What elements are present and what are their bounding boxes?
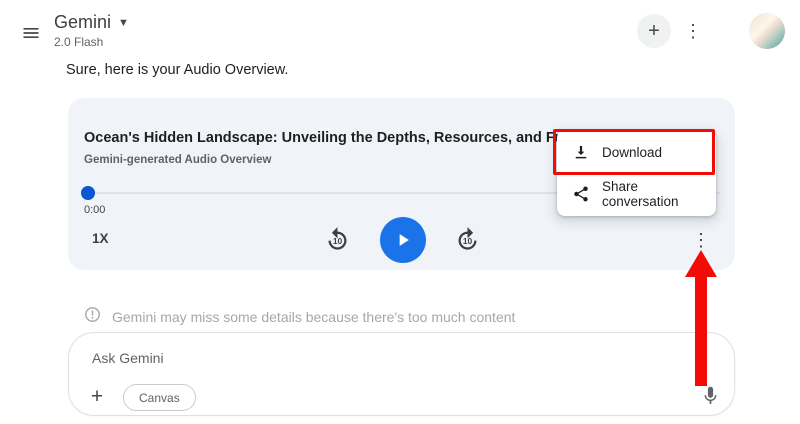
app-title-block: Gemini ▼ 2.0 Flash [54, 12, 129, 49]
gemini-window: Gemini ▼ 2.0 Flash + ⋮ Sure, here is you… [0, 0, 800, 424]
annotation-highlight-box [553, 129, 715, 175]
avatar[interactable] [749, 13, 785, 49]
info-icon [84, 306, 101, 328]
share-icon [572, 185, 590, 203]
notice-banner: Gemini may miss some details because the… [84, 306, 515, 328]
elapsed-time: 0:00 [84, 204, 106, 216]
forward-seconds-label: 10 [462, 236, 472, 246]
rewind-seconds-label: 10 [332, 236, 342, 246]
model-label: 2.0 Flash [54, 35, 104, 49]
playback-speed-button[interactable]: 1X [92, 231, 109, 246]
annotation-arrow-body [695, 276, 707, 386]
annotation-arrow-head [685, 250, 717, 277]
ask-gemini-input[interactable] [92, 347, 512, 369]
app-title: Gemini [54, 12, 112, 32]
menu-item-label: Share conversation [602, 179, 679, 209]
add-attachment-icon[interactable]: + [83, 383, 111, 411]
model-switcher[interactable]: Gemini ▼ [54, 12, 129, 33]
new-chat-button[interactable]: + [637, 14, 671, 48]
seek-slider-thumb[interactable] [81, 186, 95, 200]
header-more-options-icon[interactable]: ⋮ [679, 16, 707, 46]
main-menu-icon[interactable] [18, 20, 44, 46]
play-button[interactable] [380, 217, 426, 263]
chevron-down-icon: ▼ [118, 16, 129, 29]
audio-title: Ocean's Hidden Landscape: Unveiling the … [84, 130, 583, 146]
audio-subtitle: Gemini-generated Audio Overview [84, 154, 272, 166]
rewind-10-icon[interactable]: 10 [323, 226, 351, 254]
composer: + Canvas [68, 332, 735, 416]
assistant-message: Sure, here is your Audio Overview. [66, 62, 289, 78]
microphone-icon[interactable] [697, 384, 723, 410]
menu-item-share-conversation[interactable]: Share conversation [557, 173, 716, 215]
forward-10-icon[interactable]: 10 [453, 226, 481, 254]
notice-text: Gemini may miss some details because the… [112, 309, 516, 325]
canvas-chip[interactable]: Canvas [123, 384, 196, 411]
